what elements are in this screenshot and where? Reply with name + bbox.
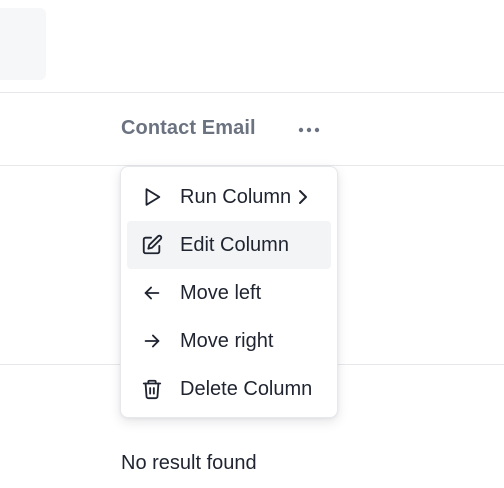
- column-options-menu: Run Column Edit Column Move left Move ri…: [120, 166, 338, 418]
- menu-item-label: Move left: [180, 281, 262, 304]
- empty-state-message: No result found: [121, 452, 257, 474]
- menu-item-label: Run Column: [180, 185, 292, 208]
- menu-item-run-column[interactable]: Run Column: [127, 173, 331, 221]
- more-horizontal-icon: [298, 120, 320, 138]
- menu-item-edit-column[interactable]: Edit Column: [127, 221, 331, 269]
- top-left-panel: [0, 8, 46, 80]
- edit-icon: [140, 233, 164, 257]
- menu-item-move-right[interactable]: Move right: [127, 317, 331, 365]
- column-title: Contact Email: [121, 117, 256, 139]
- play-icon: [140, 185, 164, 209]
- menu-item-label: Move right: [180, 329, 274, 352]
- chevron-right-icon: [297, 189, 309, 205]
- menu-item-label: Edit Column: [180, 233, 289, 256]
- trash-icon: [140, 377, 164, 401]
- column-header: Contact Email: [0, 93, 504, 165]
- arrow-left-icon: [140, 281, 164, 305]
- menu-item-move-left[interactable]: Move left: [127, 269, 331, 317]
- column-options-button[interactable]: [294, 115, 324, 143]
- menu-item-label: Delete Column: [180, 377, 313, 400]
- arrow-right-icon: [140, 329, 164, 353]
- menu-item-delete-column[interactable]: Delete Column: [127, 365, 331, 413]
